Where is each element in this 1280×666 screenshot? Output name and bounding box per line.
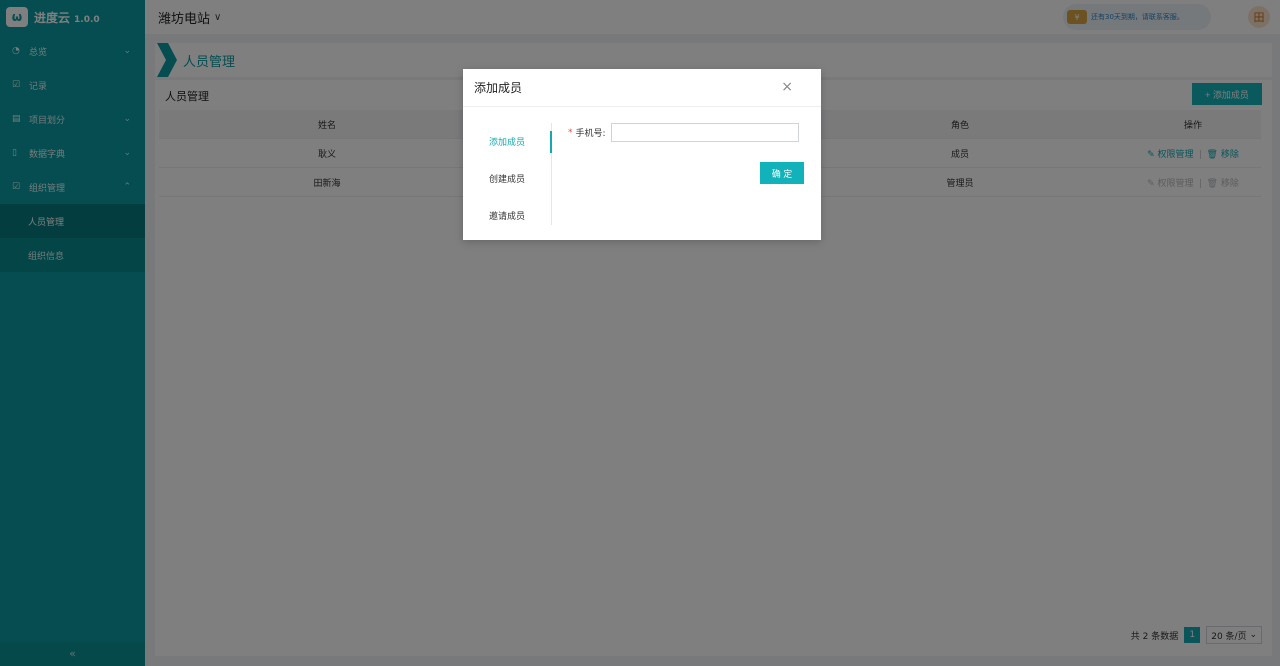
phone-label: 手机号: bbox=[575, 129, 606, 139]
dialog-tabs: 添加成员 创建成员 邀请成员 bbox=[463, 123, 552, 225]
phone-input[interactable] bbox=[610, 123, 799, 142]
dialog-body: 添加成员 创建成员 邀请成员 * 手机号: 确 定 bbox=[463, 107, 821, 240]
required-mark: * bbox=[568, 127, 573, 138]
phone-form-row: * 手机号: bbox=[568, 123, 799, 142]
dialog-header: 添加成员 × bbox=[463, 69, 821, 107]
confirm-button[interactable]: 确 定 bbox=[760, 162, 804, 184]
close-icon[interactable]: × bbox=[781, 79, 793, 95]
tab-add-member[interactable]: 添加成员 bbox=[463, 123, 552, 160]
tab-create-member[interactable]: 创建成员 bbox=[463, 160, 551, 197]
dialog-title: 添加成员 bbox=[474, 81, 523, 95]
tab-invite-member[interactable]: 邀请成员 bbox=[463, 197, 551, 234]
add-member-dialog: 添加成员 × 添加成员 创建成员 邀请成员 * 手机号: 确 定 bbox=[463, 69, 821, 240]
